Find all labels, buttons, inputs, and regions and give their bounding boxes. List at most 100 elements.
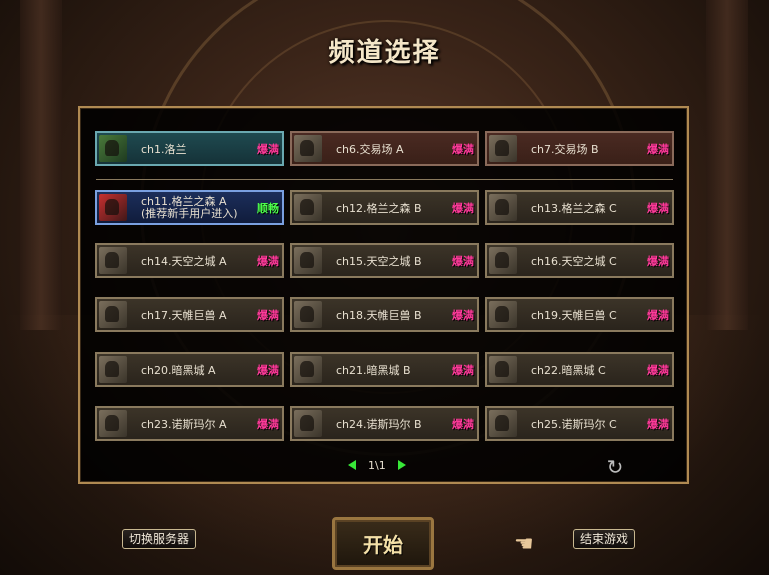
channel-status-badge: 爆满 [257,309,279,322]
channel-name-line: ch1.洛兰 [141,142,187,156]
channel-thumbnail-icon [489,247,517,274]
channel-name: ch21.暗黑城 B [336,354,447,385]
channel-thumbnail-icon [294,247,322,274]
channel-name: ch11.格兰之森 A (推荐新手用户进入) [141,192,252,223]
channel-status-badge: 爆满 [257,364,279,377]
channel-button[interactable]: ch18.天帷巨兽 B 爆满 [290,297,479,332]
channel-name-line: ch12.格兰之森 B [336,201,422,215]
channel-button[interactable]: ch13.格兰之森 C 爆满 [485,190,674,225]
channel-status-badge: 爆满 [647,255,669,268]
exit-game-button[interactable]: 结束游戏 [573,529,636,549]
channel-button[interactable]: ch21.暗黑城 B 爆满 [290,352,479,387]
arrow-left-icon[interactable] [348,460,356,470]
channel-name: ch12.格兰之森 B [336,192,447,223]
channel-thumbnail-icon [99,135,127,162]
channel-thumbnail-icon [294,301,322,328]
channel-status-badge: 爆满 [452,309,474,322]
channel-status-badge: 爆满 [647,143,669,156]
channel-name-line: ch22.暗黑城 C [531,363,606,377]
channel-name-line: ch13.格兰之森 C [531,201,617,215]
refresh-icon[interactable]: ↻ [605,457,625,477]
channel-name-line: ch15.天空之城 B [336,254,422,268]
channel-thumbnail-icon [294,356,322,383]
channel-name-line: ch25.诺斯玛尔 C [531,417,617,431]
channel-button[interactable]: ch23.诺斯玛尔 A 爆满 [95,406,284,441]
channel-name: ch22.暗黑城 C [531,354,642,385]
channel-name-line: ch14.天空之城 A [141,254,227,268]
channel-button[interactable]: ch6.交易场 A 爆满 [290,131,479,166]
channel-note: (推荐新手用户进入) [141,206,238,220]
channel-thumbnail-icon [489,301,517,328]
channel-name-line: ch18.天帷巨兽 B [336,308,422,322]
channel-name-line: ch20.暗黑城 A [141,363,216,377]
channel-name-line: ch21.暗黑城 B [336,363,411,377]
page-title: 频道选择 [328,38,441,68]
channel-thumbnail-icon [99,194,127,221]
channel-button[interactable]: ch20.暗黑城 A 爆满 [95,352,284,387]
channel-button[interactable]: ch25.诺斯玛尔 C 爆满 [485,406,674,441]
channel-name-line: ch16.天空之城 C [531,254,617,268]
channel-thumbnail-icon [489,194,517,221]
channel-status-badge: 爆满 [452,364,474,377]
channel-name-line: ch17.天帷巨兽 A [141,308,227,322]
channel-thumbnail-icon [99,301,127,328]
channel-name: ch23.诺斯玛尔 A [141,408,252,439]
channel-thumbnail-icon [489,356,517,383]
channel-status-badge: 爆满 [647,418,669,431]
channel-name: ch14.天空之城 A [141,245,252,276]
channel-name: ch15.天空之城 B [336,245,447,276]
channel-thumbnail-icon [294,135,322,162]
channel-name: ch17.天帷巨兽 A [141,299,252,330]
channel-button[interactable]: ch16.天空之城 C 爆满 [485,243,674,278]
channel-button[interactable]: ch19.天帷巨兽 C 爆满 [485,297,674,332]
channel-name: ch13.格兰之森 C [531,192,642,223]
channel-status-badge: 爆满 [647,202,669,215]
channel-name-line: ch19.天帷巨兽 C [531,308,617,322]
channel-button[interactable]: ch15.天空之城 B 爆满 [290,243,479,278]
channel-button[interactable]: ch22.暗黑城 C 爆满 [485,352,674,387]
channel-status-badge: 爆满 [452,255,474,268]
channel-status-badge: 爆满 [452,418,474,431]
switch-server-button[interactable]: 切换服务器 [122,529,197,549]
channel-button[interactable]: ch24.诺斯玛尔 B 爆满 [290,406,479,441]
channel-status-badge: 顺畅 [257,202,279,215]
start-button[interactable]: 开始 [332,517,434,570]
channel-name: ch6.交易场 A [336,133,447,164]
channel-name: ch1.洛兰 [141,133,252,164]
channel-button[interactable]: ch1.洛兰 爆满 [95,131,284,166]
channel-name-line: ch24.诺斯玛尔 B [336,417,422,431]
channel-thumbnail-icon [99,247,127,274]
arrow-right-icon[interactable] [397,460,406,470]
channel-status-badge: 爆满 [452,202,474,215]
channel-name: ch19.天帷巨兽 C [531,299,642,330]
channel-thumbnail-icon [489,135,517,162]
channel-button[interactable]: ch7.交易场 B 爆满 [485,131,674,166]
channel-status-badge: 爆满 [647,309,669,322]
pagination: 1\1 [348,458,406,472]
channel-name: ch24.诺斯玛尔 B [336,408,447,439]
channel-status-badge: 爆满 [257,143,279,156]
channel-name-line: ch11.格兰之森 A [141,194,227,208]
channel-thumbnail-icon [294,410,322,437]
page-number: 1\1 [368,458,386,472]
channel-name: ch25.诺斯玛尔 C [531,408,642,439]
channel-name-line: ch23.诺斯玛尔 A [141,417,227,431]
channel-name: ch7.交易场 B [531,133,642,164]
start-button-label: 开始 [363,533,403,557]
channel-button[interactable]: ch11.格兰之森 A (推荐新手用户进入) 顺畅 [95,190,284,225]
channel-name-line: ch6.交易场 A [336,142,404,156]
channel-status-badge: 爆满 [452,143,474,156]
channel-name: ch18.天帷巨兽 B [336,299,447,330]
channel-thumbnail-icon [489,410,517,437]
channel-status-badge: 爆满 [257,418,279,431]
hand-cursor-icon: ☚ [514,532,534,557]
channel-name-line: ch7.交易场 B [531,142,599,156]
channel-button[interactable]: ch17.天帷巨兽 A 爆满 [95,297,284,332]
channel-status-badge: 爆满 [647,364,669,377]
channel-name: ch16.天空之城 C [531,245,642,276]
channel-thumbnail-icon [99,356,127,383]
channel-button[interactable]: ch14.天空之城 A 爆满 [95,243,284,278]
channel-button[interactable]: ch12.格兰之森 B 爆满 [290,190,479,225]
channel-thumbnail-icon [99,410,127,437]
channel-thumbnail-icon [294,194,322,221]
